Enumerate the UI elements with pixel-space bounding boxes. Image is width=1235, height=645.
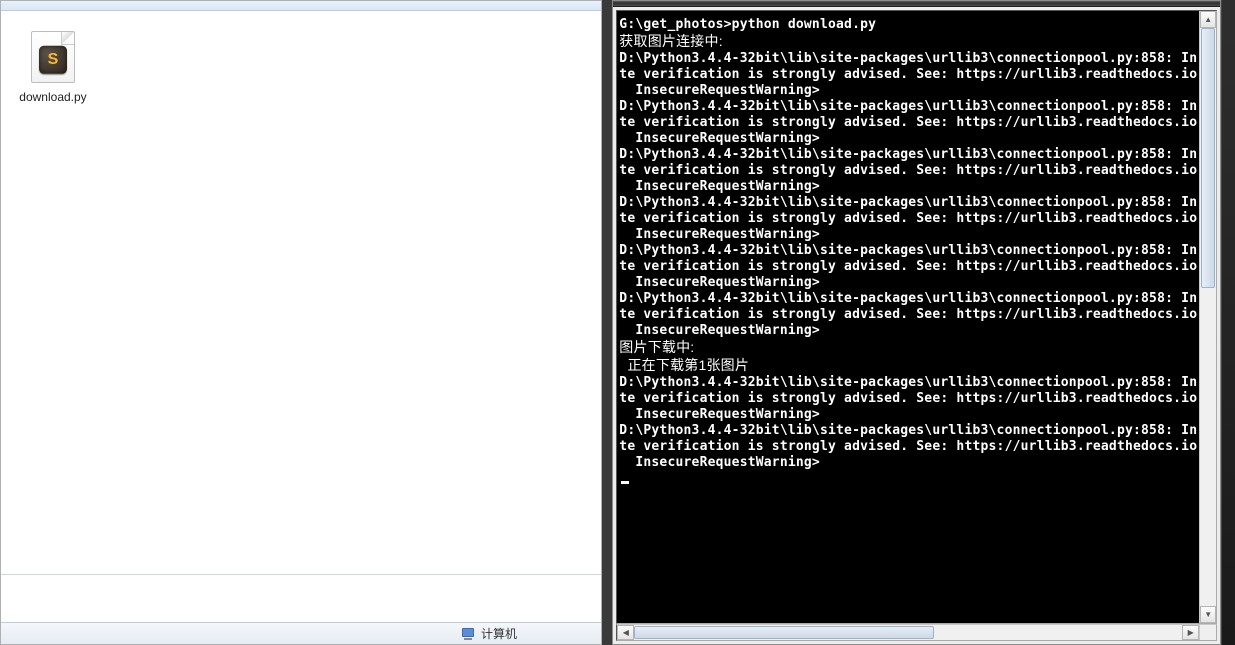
file-item-download-py[interactable]: S download.py [9,25,97,135]
terminal-content[interactable]: G:\get_photos>python download.py 获取图片连接中… [617,11,1199,623]
hscroll-thumb[interactable] [634,626,934,639]
status-label: 计算机 [481,625,517,642]
hscroll-track[interactable] [634,625,1182,640]
explorer-lower-panel [1,574,601,622]
desktop-gap [602,0,612,645]
file-label: download.py [19,89,86,105]
scroll-left-arrow-icon[interactable]: ◀ [617,625,634,640]
right-dark-strip [1221,0,1235,645]
vscroll-thumb[interactable] [1201,28,1215,288]
explorer-window: S download.py 计算机 [0,0,602,645]
computer-icon [461,628,475,640]
terminal-horizontal-scrollbar[interactable]: ◀ ▶ [616,624,1217,641]
scroll-corner [1199,625,1216,640]
scroll-right-arrow-icon[interactable]: ▶ [1182,625,1199,640]
explorer-file-area[interactable]: S download.py [1,11,601,574]
explorer-header-strip [1,1,601,11]
explorer-status-bar: 计算机 [1,622,601,644]
scroll-down-arrow-icon[interactable]: ▼ [1200,606,1216,623]
terminal-viewport: G:\get_photos>python download.py 获取图片连接中… [616,10,1217,624]
sublime-badge-icon: S [39,46,67,74]
terminal-window: G:\get_photos>python download.py 获取图片连接中… [612,0,1221,645]
scroll-up-arrow-icon[interactable]: ▲ [1200,11,1216,28]
vscroll-track[interactable] [1200,28,1216,606]
file-icon: S [31,31,75,83]
terminal-inner: G:\get_photos>python download.py 获取图片连接中… [613,7,1220,644]
terminal-vertical-scrollbar[interactable]: ▲ ▼ [1199,11,1216,623]
